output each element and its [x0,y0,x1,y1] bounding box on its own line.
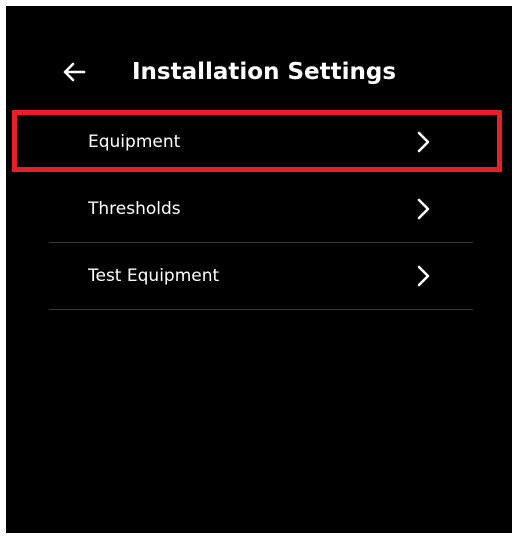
menu-item-thresholds[interactable]: Thresholds [49,176,473,242]
back-button[interactable] [58,56,90,88]
arrow-left-icon [63,62,86,82]
chevron-right-icon [417,198,430,220]
menu-item-label: Thresholds [88,199,181,219]
menu-item-equipment[interactable]: Equipment [49,109,473,175]
chevron-right-icon [417,265,430,287]
page-title: Installation Settings [132,59,397,85]
menu-item-test-equipment[interactable]: Test Equipment [49,243,473,309]
menu-item-label: Equipment [88,132,181,152]
divider [49,309,473,310]
header: Installation Settings [6,46,512,98]
chevron-right-icon [417,131,430,153]
settings-screen: Installation Settings Equipment Threshol… [6,6,512,533]
menu-item-label: Test Equipment [88,266,220,286]
